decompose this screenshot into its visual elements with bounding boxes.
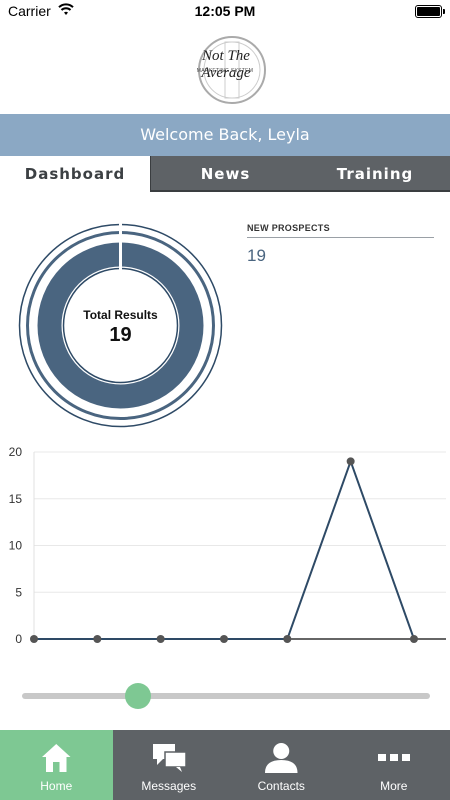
data-point: [346, 457, 355, 466]
tab-bar: Dashboard News Training: [0, 156, 450, 192]
nav-home[interactable]: Home: [0, 730, 113, 800]
y-tick-label: 10: [9, 539, 23, 553]
y-tick-label: 0: [15, 632, 22, 646]
nav-contacts-label: Contacts: [257, 779, 305, 793]
contacts-icon: [265, 743, 298, 773]
new-prospects-label: NEW PROSPECTS: [247, 223, 330, 233]
logo-script-text: Not The Average: [201, 48, 251, 81]
logo-subtitle: MARKETING SYSTEM: [196, 68, 254, 74]
new-prospects-divider: [247, 237, 434, 238]
series-line: [34, 458, 415, 640]
data-point: [409, 635, 418, 643]
battery-icon: [415, 5, 445, 18]
nav-messages[interactable]: Messages: [113, 730, 226, 800]
tab-divider: [150, 190, 450, 192]
data-point: [30, 635, 38, 643]
tab-training[interactable]: Training: [300, 156, 450, 192]
messages-icon: [152, 744, 187, 772]
nav-contacts[interactable]: Contacts: [225, 730, 338, 800]
slider-track[interactable]: [22, 693, 430, 699]
new-prospects-value: 19: [247, 246, 266, 265]
total-results-value: 19: [109, 324, 132, 346]
home-icon: [42, 744, 71, 772]
status-bar: Carrier 12:05 PM: [0, 0, 450, 22]
nav-messages-label: Messages: [141, 779, 197, 793]
nav-home-label: Home: [40, 779, 73, 793]
y-tick-label: 5: [15, 585, 22, 599]
nav-more[interactable]: More: [338, 730, 450, 800]
data-point: [283, 635, 292, 643]
y-tick-label: 20: [9, 445, 23, 459]
y-tick-label: 15: [9, 492, 23, 506]
total-results-label: Total Results: [83, 308, 158, 322]
logo-area: Not The Average MARKETING SYSTEM: [0, 22, 450, 114]
data-point: [156, 635, 165, 643]
tab-news[interactable]: News: [150, 156, 300, 192]
data-point: [93, 635, 102, 643]
nav-more-label: More: [380, 779, 408, 793]
date-range-slider[interactable]: [22, 683, 430, 709]
data-point: [219, 635, 228, 643]
prospects-line-chart: 0 5 10 15 20: [9, 445, 446, 646]
slider-thumb[interactable]: [125, 683, 152, 709]
tab-dashboard[interactable]: Dashboard: [0, 156, 150, 192]
clock: 12:05 PM: [194, 3, 256, 19]
welcome-banner: Welcome Back, Leyla: [0, 114, 450, 156]
bottom-nav: Home Messages Contacts More: [0, 730, 450, 800]
more-icon: [377, 754, 410, 761]
